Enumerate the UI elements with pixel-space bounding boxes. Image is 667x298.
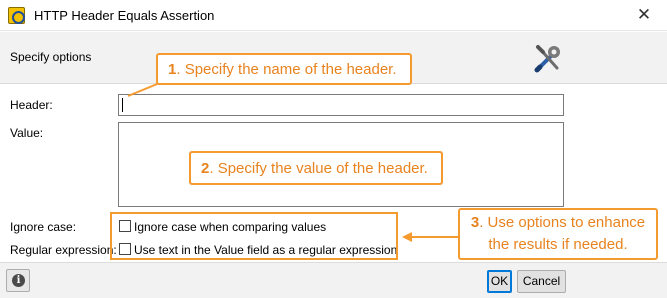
callout-1: 1. Specify the name of the header. bbox=[156, 53, 412, 85]
cancel-button[interactable]: Cancel bbox=[517, 270, 566, 293]
callout-3-arrowhead bbox=[402, 232, 412, 242]
info-button[interactable]: i bbox=[6, 269, 30, 292]
text-caret bbox=[122, 98, 123, 112]
dialog-footer: i OK Cancel bbox=[0, 262, 667, 298]
callout-1-content: 1. Specify the name of the header. bbox=[168, 61, 397, 78]
callout-1-period: . bbox=[176, 61, 185, 78]
callout-3-text-2: the results if needed. bbox=[488, 236, 628, 253]
app-icon bbox=[8, 7, 25, 24]
tools-icon bbox=[534, 45, 560, 73]
value-label: Value: bbox=[10, 126, 44, 140]
callout-2: 2. Specify the value of the header. bbox=[189, 151, 443, 185]
regex-label: Regular expression: bbox=[10, 243, 117, 257]
callout-3-text-1: Use options to enhance bbox=[487, 214, 646, 231]
callout-2-content: 2. Specify the value of the header. bbox=[201, 160, 428, 177]
callout-2-period: . bbox=[209, 160, 218, 177]
header-input[interactable] bbox=[118, 94, 564, 116]
callout-1-text: Specify the name of the header. bbox=[184, 61, 397, 78]
callout-3-line-1: 3. Use options to enhance bbox=[460, 214, 656, 231]
info-icon: i bbox=[12, 274, 25, 287]
callout-3: 3. Use options to enhance the results if… bbox=[458, 208, 658, 260]
header-label: Header: bbox=[10, 98, 53, 112]
callout-2-text: Specify the value of the header. bbox=[217, 160, 428, 177]
ignore-case-label: Ignore case: bbox=[10, 220, 77, 234]
callout-3-period: . bbox=[479, 214, 488, 231]
title-bar: HTTP Header Equals Assertion ✕ bbox=[0, 0, 667, 31]
callout-3-number: 3 bbox=[470, 214, 480, 231]
window-title: HTTP Header Equals Assertion bbox=[34, 8, 215, 23]
options-highlight-box bbox=[110, 212, 398, 260]
close-button[interactable]: ✕ bbox=[621, 0, 667, 31]
ok-button[interactable]: OK bbox=[487, 270, 512, 293]
section-title: Specify options bbox=[10, 50, 92, 64]
